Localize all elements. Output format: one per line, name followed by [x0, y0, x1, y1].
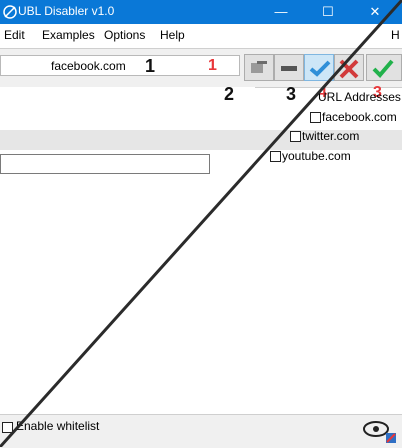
- item-checkbox[interactable]: [310, 112, 321, 123]
- callout-3-black: 3: [286, 84, 297, 104]
- list-item[interactable]: youtube.com: [282, 149, 351, 163]
- left-input-field[interactable]: [0, 154, 210, 174]
- check-blue-icon: [309, 60, 331, 77]
- menu-edit[interactable]: Edit: [4, 28, 25, 42]
- callout-1-red: 1: [208, 57, 217, 74]
- callout-1-black: 1: [145, 56, 156, 76]
- whitelist-label: Enable whitelist: [16, 419, 100, 433]
- app-icon: [3, 5, 17, 19]
- item-checkbox[interactable]: [270, 151, 281, 162]
- minimize-button[interactable]: —: [258, 0, 304, 24]
- maximize-button[interactable]: ☐: [305, 0, 351, 24]
- close-button[interactable]: ✕: [352, 0, 398, 24]
- red-cross-icon: [339, 59, 359, 79]
- whitelist-checkbox[interactable]: [2, 422, 13, 433]
- menu-options[interactable]: Options: [104, 28, 145, 42]
- minus-icon: [281, 66, 297, 71]
- hide-icon[interactable]: [360, 415, 400, 445]
- url-input[interactable]: [0, 55, 240, 76]
- list-header: URL Addresses: [318, 90, 401, 104]
- item-checkbox[interactable]: [290, 131, 301, 142]
- callout-2-black: 2: [224, 84, 235, 104]
- list-item[interactable]: facebook.com: [322, 110, 397, 124]
- menu-help[interactable]: Help: [160, 28, 185, 42]
- menu-partial-item[interactable]: H: [391, 28, 400, 42]
- add-to-list-icon: [251, 61, 267, 73]
- check-green-icon: [372, 59, 394, 78]
- menu-examples[interactable]: Examples: [42, 28, 95, 42]
- list-item[interactable]: twitter.com: [302, 129, 359, 143]
- window-title: UBL Disabler v1.0: [18, 4, 115, 18]
